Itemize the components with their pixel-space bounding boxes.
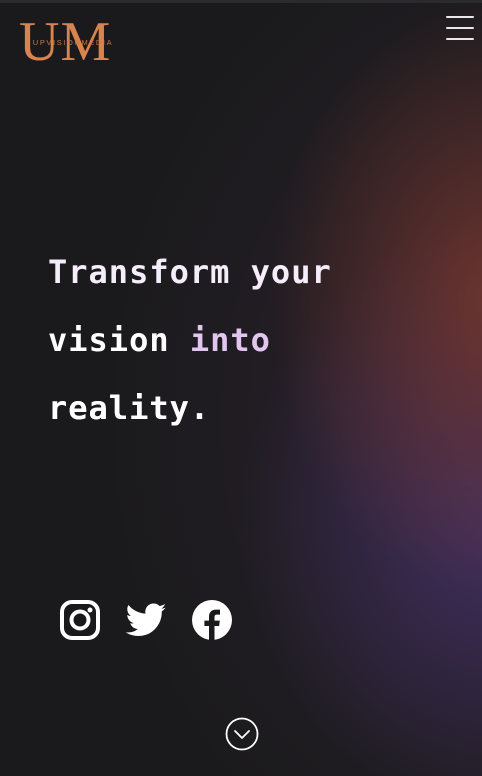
top-border xyxy=(0,0,482,3)
hamburger-menu-icon[interactable] xyxy=(446,16,474,40)
chevron-down-circle-icon[interactable] xyxy=(225,717,259,751)
instagram-icon[interactable] xyxy=(58,598,102,642)
headline-word-vision: vision xyxy=(48,321,190,359)
headline-line-2: vision into xyxy=(48,306,408,374)
facebook-icon[interactable] xyxy=(190,598,234,642)
headline-word-into: into xyxy=(189,321,271,359)
headline-line-1: Transform your xyxy=(48,253,332,291)
headline-line-3: reality. xyxy=(48,374,408,442)
twitter-icon[interactable] xyxy=(124,598,168,642)
hero-headline: Transform your vision into reality. xyxy=(48,238,408,442)
landing-page: UM UPVISIONMEDIA Transform your vision i… xyxy=(0,0,482,776)
logo-subtitle: UPVISIONMEDIA xyxy=(32,38,114,47)
social-links xyxy=(58,598,248,642)
brand-logo[interactable]: UM UPVISIONMEDIA xyxy=(19,14,123,70)
